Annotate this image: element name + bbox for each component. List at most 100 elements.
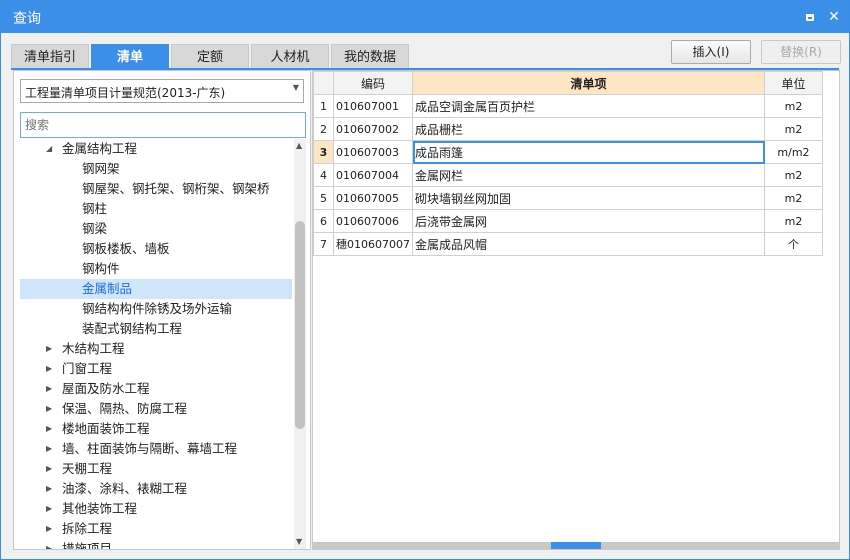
- unit-cell[interactable]: 个: [764, 232, 823, 256]
- row-number-cell[interactable]: 5: [313, 186, 334, 210]
- code-cell[interactable]: 穗010607007: [333, 232, 413, 256]
- tree-item[interactable]: ▶ 油漆、涂料、裱糊工程: [14, 479, 292, 499]
- tree-scrollbar[interactable]: ▲ ▼: [294, 139, 306, 549]
- triangle-right-icon[interactable]: ▶: [46, 479, 52, 499]
- row-number-cell[interactable]: 3: [313, 140, 334, 164]
- tree-item[interactable]: 钢柱: [14, 199, 292, 219]
- triangle-down-icon[interactable]: ◢: [46, 139, 52, 159]
- spec-select[interactable]: 工程量清单项目计量规范(2013-广东) ▼: [20, 79, 304, 103]
- tree-item[interactable]: ▶ 墙、柱面装饰与隔断、幕墙工程: [14, 439, 292, 459]
- triangle-right-icon[interactable]: ▶: [46, 379, 52, 399]
- item-cell[interactable]: 金属成品风帽: [412, 232, 765, 256]
- code-cell[interactable]: 010607003: [333, 140, 413, 164]
- triangle-right-icon[interactable]: ▶: [46, 499, 52, 519]
- list-table: 编码 清单项 单位 1 010607001 成品空调金属百页护栏 m2 2 0106070…: [313, 71, 823, 256]
- item-cell[interactable]: 成品栅栏: [412, 117, 765, 141]
- tree-item[interactable]: 装配式钢结构工程: [14, 319, 292, 339]
- tree-item[interactable]: 钢梁: [14, 219, 292, 239]
- triangle-right-icon[interactable]: ▶: [46, 459, 52, 479]
- table-row[interactable]: 5 010607005 砌块墙钢丝网加固 m2: [313, 186, 823, 210]
- table-row[interactable]: 6 010607006 后浇带金属网 m2: [313, 209, 823, 233]
- row-number-cell[interactable]: 7: [313, 232, 334, 256]
- scroll-thumb[interactable]: [295, 221, 305, 429]
- tree-item[interactable]: 钢板楼板、墙板: [14, 239, 292, 259]
- tree-item-label: 楼地面装饰工程: [62, 421, 150, 436]
- tab-materials[interactable]: 人材机: [251, 44, 329, 69]
- tree-item[interactable]: 钢网架: [14, 159, 292, 179]
- tree-item[interactable]: ▶ 保温、隔热、防腐工程: [14, 399, 292, 419]
- item-cell[interactable]: 金属网栏: [412, 163, 765, 187]
- code-cell[interactable]: 010607005: [333, 186, 413, 210]
- header-item[interactable]: 清单项: [412, 71, 765, 95]
- triangle-right-icon[interactable]: ▶: [46, 359, 52, 379]
- tree-item-label: 金属制品: [82, 281, 133, 296]
- spec-select-value: 工程量清单项目计量规范(2013-广东): [25, 86, 226, 100]
- tree-item-label: 天棚工程: [62, 461, 113, 476]
- tree-item-label: 钢柱: [82, 201, 108, 216]
- category-pane: 工程量清单项目计量规范(2013-广东) ▼ ◢ 金属结构工程钢网架钢屋架、钢托架…: [13, 70, 311, 550]
- item-cell[interactable]: 砌块墙钢丝网加固: [412, 186, 765, 210]
- table-row[interactable]: 7 穗010607007 金属成品风帽个: [313, 232, 823, 256]
- unit-cell[interactable]: m2: [764, 117, 823, 141]
- splitter-grip[interactable]: [551, 542, 601, 549]
- tree-item[interactable]: ◢ 金属结构工程: [14, 139, 292, 159]
- scroll-down-icon[interactable]: ▼: [296, 537, 302, 546]
- table-row[interactable]: 3 010607003 成品雨篷 m/m2: [313, 140, 823, 164]
- tree-item[interactable]: ▶ 其他装饰工程: [14, 499, 292, 519]
- code-cell[interactable]: 010607004: [333, 163, 413, 187]
- triangle-right-icon[interactable]: ▶: [46, 539, 52, 549]
- replace-button[interactable]: 替换(R): [761, 40, 841, 64]
- unit-cell[interactable]: m2: [764, 163, 823, 187]
- tree-item[interactable]: ▶ 屋面及防水工程: [14, 379, 292, 399]
- tree-item[interactable]: ▶ 天棚工程: [14, 459, 292, 479]
- close-icon[interactable]: ✕: [825, 8, 843, 26]
- row-number-cell[interactable]: 2: [313, 117, 334, 141]
- code-cell[interactable]: 010607006: [333, 209, 413, 233]
- tab-list[interactable]: 清单: [91, 44, 169, 69]
- item-cell[interactable]: 后浇带金属网: [412, 209, 765, 233]
- tree-item[interactable]: 钢结构构件除锈及场外运输: [14, 299, 292, 319]
- tab-my-data[interactable]: 我的数据: [331, 44, 409, 69]
- header-unit[interactable]: 单位: [764, 71, 823, 95]
- triangle-right-icon[interactable]: ▶: [46, 339, 52, 359]
- row-number-cell[interactable]: 1: [313, 94, 334, 118]
- tree-item[interactable]: ▶ 门窗工程: [14, 359, 292, 379]
- search-input[interactable]: [20, 112, 306, 138]
- item-cell[interactable]: 成品雨篷: [412, 140, 765, 164]
- header-code[interactable]: 编码: [333, 71, 413, 95]
- tree-item[interactable]: ▶ 楼地面装饰工程: [14, 419, 292, 439]
- tree-item[interactable]: 钢屋架、钢托架、钢桁架、钢架桥: [14, 179, 292, 199]
- triangle-right-icon[interactable]: ▶: [46, 399, 52, 419]
- tree-item[interactable]: 钢构件: [14, 259, 292, 279]
- horizontal-splitter[interactable]: [313, 542, 839, 549]
- row-number-cell[interactable]: 4: [313, 163, 334, 187]
- window-title: 查询: [13, 11, 41, 27]
- triangle-right-icon[interactable]: ▶: [46, 419, 52, 439]
- table-row[interactable]: 4 010607004 金属网栏 m2: [313, 163, 823, 187]
- tab-quota[interactable]: 定额: [171, 44, 249, 69]
- tree-item[interactable]: ▶ 拆除工程: [14, 519, 292, 539]
- tree-item-label: 金属结构工程: [62, 141, 138, 156]
- insert-button[interactable]: 插入(I): [671, 40, 751, 64]
- tree-item[interactable]: 金属制品: [20, 279, 292, 299]
- triangle-right-icon[interactable]: ▶: [46, 439, 52, 459]
- tree-item[interactable]: ▶ 措施项目: [14, 539, 292, 549]
- chevron-down-icon: ▼: [292, 83, 299, 92]
- scroll-up-icon[interactable]: ▲: [296, 141, 302, 150]
- row-number-cell[interactable]: 6: [313, 209, 334, 233]
- triangle-right-icon[interactable]: ▶: [46, 519, 52, 539]
- tree-item-label: 油漆、涂料、裱糊工程: [62, 481, 188, 496]
- tree-item[interactable]: ▶ 木结构工程: [14, 339, 292, 359]
- tree-item-label: 钢结构构件除锈及场外运输: [82, 301, 233, 316]
- unit-cell[interactable]: m2: [764, 186, 823, 210]
- unit-cell[interactable]: m2: [764, 209, 823, 233]
- table-row[interactable]: 2 010607002 成品栅栏 m2: [313, 117, 823, 141]
- code-cell[interactable]: 010607001: [333, 94, 413, 118]
- item-cell[interactable]: 成品空调金属百页护栏: [412, 94, 765, 118]
- unit-cell[interactable]: m/m2: [764, 140, 823, 164]
- unit-cell[interactable]: m2: [764, 94, 823, 118]
- table-row[interactable]: 1 010607001 成品空调金属百页护栏 m2: [313, 94, 823, 118]
- maximize-icon[interactable]: [801, 8, 819, 26]
- tab-list-guide[interactable]: 清单指引: [11, 44, 89, 69]
- code-cell[interactable]: 010607002: [333, 117, 413, 141]
